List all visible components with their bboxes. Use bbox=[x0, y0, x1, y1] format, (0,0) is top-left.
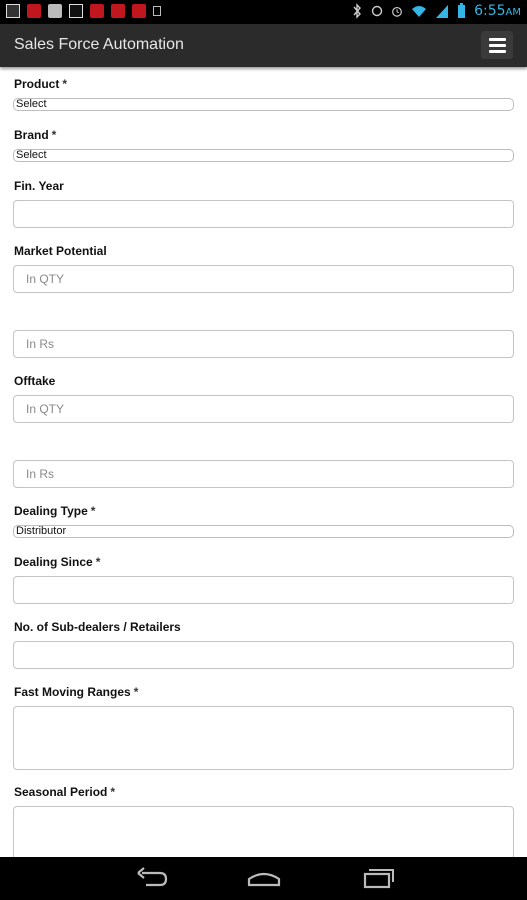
dealing-type-select[interactable]: Distributor bbox=[13, 525, 514, 538]
sync-icon bbox=[371, 5, 383, 17]
sd-card-icon bbox=[153, 6, 161, 16]
brand-label: Brand * bbox=[14, 128, 57, 142]
dealing-since-input[interactable] bbox=[13, 576, 514, 604]
navigation-bar bbox=[0, 857, 527, 900]
app-notification-icon bbox=[90, 4, 104, 18]
fast-moving-ranges-label: Fast Moving Ranges * bbox=[14, 685, 139, 699]
sales-form: Product * Select Brand * Select Fin. Year … bbox=[0, 67, 527, 866]
home-icon[interactable] bbox=[244, 865, 284, 891]
clock: 6:55AM bbox=[474, 3, 521, 19]
app-notification-icon bbox=[48, 4, 62, 18]
offtake-rs-input[interactable]: In Rs bbox=[13, 460, 514, 488]
status-bar: 6:55AM bbox=[0, 0, 527, 24]
back-icon[interactable] bbox=[132, 865, 172, 891]
placeholder: In QTY bbox=[26, 272, 65, 286]
battery-icon bbox=[458, 3, 466, 18]
recent-apps-icon[interactable] bbox=[357, 865, 397, 891]
market-potential-label: Market Potential bbox=[14, 244, 107, 258]
placeholder: In QTY bbox=[26, 402, 65, 416]
sub-dealers-input[interactable] bbox=[13, 641, 514, 669]
placeholder: In Rs bbox=[26, 467, 55, 481]
app-notification-icon bbox=[27, 4, 41, 18]
offtake-label: Offtake bbox=[14, 374, 56, 388]
mail-notification-icon bbox=[69, 4, 83, 18]
menu-button[interactable] bbox=[481, 31, 513, 59]
placeholder: In Rs bbox=[26, 337, 55, 351]
system-icons: 6:55AM bbox=[351, 3, 521, 19]
dealing-since-label: Dealing Since * bbox=[14, 555, 101, 569]
product-select[interactable]: Select bbox=[13, 98, 514, 111]
product-label: Product * bbox=[14, 77, 68, 91]
dealing-type-label: Dealing Type * bbox=[14, 504, 96, 518]
fast-moving-ranges-textarea[interactable] bbox=[13, 706, 514, 770]
seasonal-period-label: Seasonal Period * bbox=[14, 785, 116, 799]
offtake-qty-input[interactable]: In QTY bbox=[13, 395, 514, 423]
brand-select[interactable]: Select bbox=[13, 149, 514, 162]
app-title: Sales Force Automation bbox=[14, 36, 184, 53]
hamburger-menu-icon bbox=[489, 38, 506, 41]
wifi-icon bbox=[412, 6, 427, 17]
market-potential-rs-input[interactable]: In Rs bbox=[13, 330, 514, 358]
sub-dealers-label: No. of Sub-dealers / Retailers bbox=[14, 620, 181, 634]
gallery-notification-icon bbox=[6, 4, 20, 18]
signal-icon bbox=[436, 5, 449, 18]
bluetooth-icon bbox=[353, 3, 362, 19]
hamburger-menu-icon bbox=[489, 50, 506, 53]
action-bar: Sales Force Automation bbox=[0, 24, 527, 67]
notification-icons bbox=[6, 4, 161, 18]
fin-year-input[interactable] bbox=[13, 200, 514, 228]
alarm-icon bbox=[392, 6, 402, 17]
app-notification-icon bbox=[132, 4, 146, 18]
fin-year-label: Fin. Year bbox=[14, 179, 64, 193]
app-notification-icon bbox=[111, 4, 125, 18]
hamburger-menu-icon bbox=[489, 44, 506, 47]
market-potential-qty-input[interactable]: In QTY bbox=[13, 265, 514, 293]
